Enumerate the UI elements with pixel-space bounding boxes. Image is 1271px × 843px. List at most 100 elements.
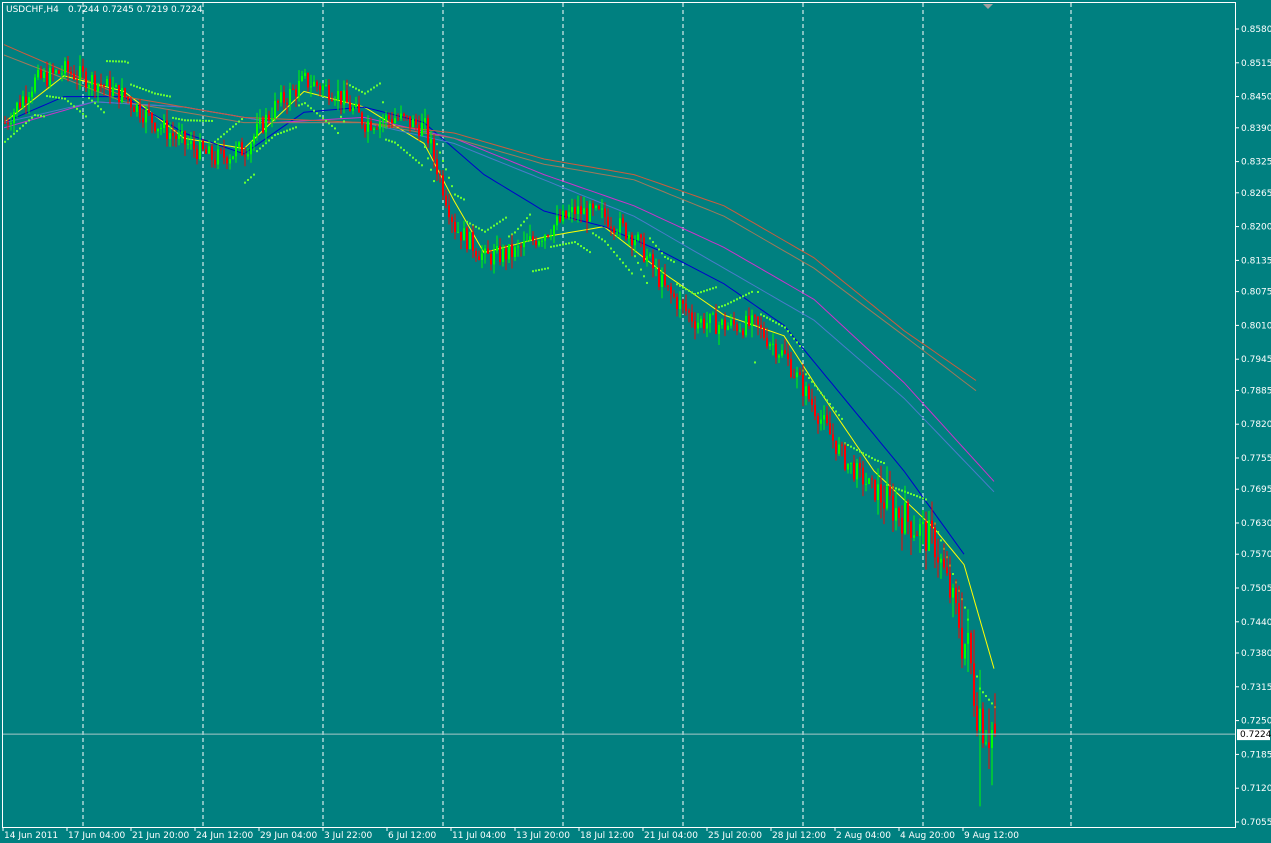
sar-dot [664,255,666,258]
chart[interactable]: 0.8580 0.8515 0.8450 0.8390 0.8325 0.8265 0.82… [0,0,1271,843]
candle-body [340,90,342,105]
sar-dot [478,227,480,230]
candle-body [535,240,537,246]
sar-dot [814,384,816,387]
candle-body [190,141,192,144]
candle-body [856,463,858,480]
sar-dot [256,150,258,153]
sar-dot [865,453,867,456]
y-tick-label: 0.7945 [1241,355,1271,365]
sar-dot [502,218,504,221]
candle-body [223,150,225,158]
sar-dot [517,227,519,230]
candle-body [670,286,672,294]
candle-body [97,83,99,92]
candle-body [892,495,894,521]
sar-dot [589,251,591,254]
sar-dot [277,133,279,135]
y-tick-label: 0.7315 [1241,683,1271,693]
sar-dot [466,220,468,223]
candle-body [757,316,759,325]
candle-body [823,415,825,420]
sar-dot [463,198,465,201]
candle-body [157,128,159,132]
sar-dot [586,249,588,252]
sar-dot [298,104,300,107]
sar-dot [241,118,243,121]
x-tick-label: 13 Jul 20:00 [516,831,570,841]
sar-dot [394,141,396,144]
sar-dot [46,95,48,98]
candle-body [361,112,363,125]
sar-dot [913,494,915,497]
x-tick-label: 24 Jun 12:00 [196,831,253,841]
candle-body [445,195,447,206]
candle-body [802,374,804,397]
sar-dot [493,224,495,227]
candle-body [586,208,588,222]
y-tick-label: 0.8135 [1241,256,1271,266]
candle-body [544,235,546,241]
candle-body [313,81,315,87]
sar-dot [337,132,339,135]
candle-body [811,399,813,405]
candle-body [919,524,921,536]
sar-dot [316,112,318,115]
candle-body [589,203,591,222]
sar-dot [88,97,90,100]
sar-dot [370,88,372,91]
candle-body [637,234,639,240]
sar-dot [730,301,732,304]
y-tick-label: 0.7440 [1241,618,1271,628]
sar-dot [10,135,12,138]
sar-dot [115,60,117,63]
sar-dot [760,313,762,316]
candle-body [346,90,348,103]
candle-body [292,88,294,90]
candle-body [37,69,39,78]
candle-body [295,89,297,97]
candle-body [496,245,498,251]
candle-body [331,99,333,101]
sar-dot [667,257,669,260]
candle-body [40,69,42,78]
candle-body [625,223,627,239]
candle-body [985,742,987,744]
candle-body [886,486,888,509]
sar-dot [100,108,102,111]
chart-canvas[interactable]: 0.8580 0.8515 0.8450 0.8390 0.8325 0.8265 0.82… [0,0,1271,843]
sar-dot [727,302,729,305]
candle-body [523,241,525,248]
candle-body [469,231,471,250]
sar-dot [379,82,381,85]
candle-body [775,343,777,358]
ohlc-label: 0.7244 0.7245 0.7219 0.7224 [68,5,203,15]
candle-body [244,155,246,157]
sar-dot [469,222,471,225]
candle-body [760,324,762,328]
sar-dot [136,85,138,88]
candle-body [826,415,828,424]
sar-dot [175,117,177,120]
sar-dot [907,491,909,494]
sar-dot [754,361,756,364]
x-tick-label: 2 Aug 04:00 [836,831,891,841]
y-tick-label: 0.8325 [1241,158,1271,168]
sar-dot [283,130,285,133]
candle-body [565,210,567,218]
y-tick-label: 0.7055 [1241,818,1271,828]
sar-dot [166,94,168,97]
sar-dot [190,119,192,122]
sar-dot [883,462,885,465]
sar-dot [712,287,714,290]
y-tick-label: 0.7250 [1241,717,1271,727]
candle-body [433,139,435,160]
candle-body [751,315,753,326]
y-tick-label: 0.8010 [1241,321,1271,331]
candle-body [43,72,45,78]
candle-body [577,206,579,215]
sar-dot [562,243,564,246]
sar-dot [292,127,294,130]
sar-dot [322,117,324,120]
sar-dot [988,698,990,701]
